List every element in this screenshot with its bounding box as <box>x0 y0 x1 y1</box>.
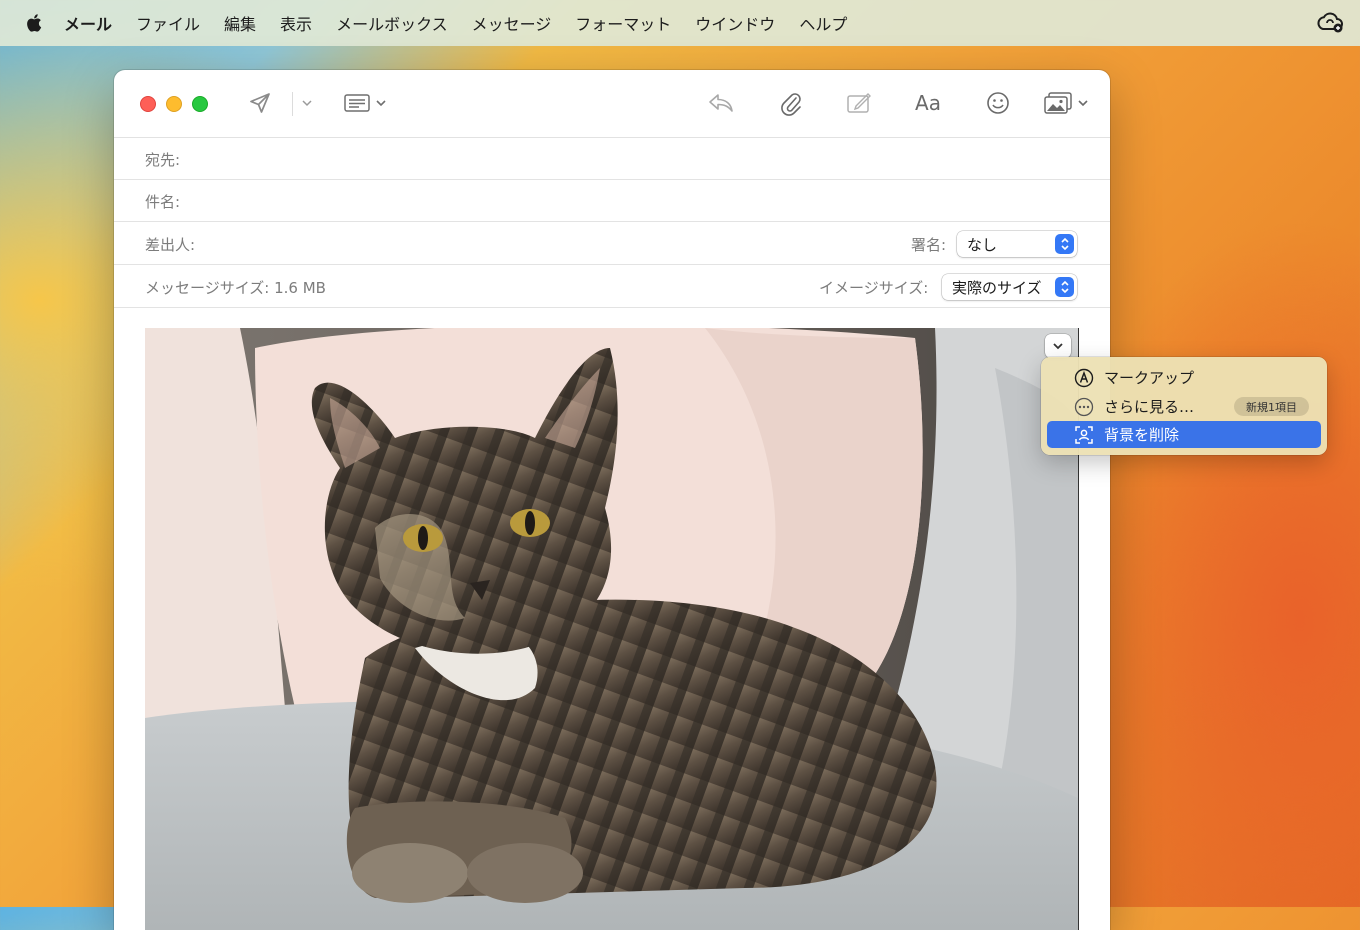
menu-edit[interactable]: 編集 <box>224 11 256 35</box>
photo-browser-button[interactable] <box>1042 88 1090 118</box>
toolbar-separator <box>292 92 293 116</box>
creative-cloud-icon[interactable] <box>1316 11 1344 35</box>
menu-item-more[interactable]: さらに見る… 新規1項目 <box>1047 393 1321 420</box>
chevron-down-icon <box>302 100 312 107</box>
markup-a-icon <box>1074 368 1094 388</box>
from-label: 差出人: <box>145 236 196 254</box>
attached-image[interactable] <box>145 328 1079 930</box>
to-field-row[interactable]: 宛先: <box>114 138 1110 180</box>
send-options-button[interactable] <box>299 88 315 118</box>
markup-icon <box>847 93 871 113</box>
menu-message[interactable]: メッセージ <box>472 11 552 35</box>
size-info-row: メッセージサイズ: 1.6 MB イメージサイズ: 実際のサイズ <box>114 265 1110 308</box>
markup-button[interactable] <box>844 88 874 118</box>
zoom-button[interactable] <box>192 96 208 112</box>
apple-logo-icon[interactable] <box>26 14 42 32</box>
image-context-menu: マークアップ さらに見る… 新規1項目 背景を削除 <box>1041 357 1327 455</box>
signature-value: なし <box>967 235 998 254</box>
toolbar: Aa <box>114 70 1110 138</box>
new-items-badge: 新規1項目 <box>1234 397 1309 416</box>
image-size-select[interactable]: 実際のサイズ <box>942 274 1077 300</box>
attach-icon <box>781 93 801 116</box>
menu-file[interactable]: ファイル <box>136 11 200 35</box>
subject-field-row[interactable]: 件名: <box>114 180 1110 222</box>
stepper-icon <box>1055 277 1074 297</box>
send-icon <box>250 93 270 113</box>
menu-item-remove-background[interactable]: 背景を削除 <box>1047 421 1321 448</box>
menu-mailbox[interactable]: メールボックス <box>336 11 448 35</box>
image-options-button[interactable] <box>1045 334 1071 358</box>
signature-select[interactable]: なし <box>957 231 1077 257</box>
compose-window: Aa 宛先: 件名: 差出人: 署名: なし メッセージサイズ: 1.6 MB … <box>114 70 1110 930</box>
chevron-down-icon <box>1053 343 1063 350</box>
menu-app-name[interactable]: メール <box>64 11 112 35</box>
menu-bar: メール ファイル 編集 表示 メールボックス メッセージ フォーマット ウインド… <box>0 0 1360 46</box>
menu-help[interactable]: ヘルプ <box>799 11 847 35</box>
image-size-value: 実際のサイズ <box>952 278 1042 297</box>
cat-photo <box>145 328 1078 930</box>
header-fields-icon <box>344 94 386 112</box>
remove-background-icon <box>1075 426 1093 444</box>
send-button[interactable] <box>245 88 275 118</box>
menu-view[interactable]: 表示 <box>280 11 312 35</box>
from-field-row: 差出人: 署名: なし <box>114 222 1110 265</box>
emoji-button[interactable] <box>983 88 1013 118</box>
menu-window[interactable]: ウインドウ <box>695 11 775 35</box>
menu-item-label: マークアップ <box>1104 369 1195 387</box>
reply-button[interactable] <box>706 88 736 118</box>
menu-item-markup[interactable]: マークアップ <box>1047 364 1321 391</box>
emoji-icon <box>987 92 1009 114</box>
message-size-label: メッセージサイズ: 1.6 MB <box>145 279 326 297</box>
stepper-icon <box>1055 234 1074 254</box>
to-label: 宛先: <box>145 151 181 169</box>
menu-item-label: さらに見る… <box>1104 398 1195 416</box>
menu-format[interactable]: フォーマット <box>575 11 671 35</box>
close-button[interactable] <box>140 96 156 112</box>
font-button[interactable]: Aa <box>910 88 946 118</box>
subject-label: 件名: <box>145 193 181 211</box>
font-icon: Aa <box>915 91 941 115</box>
reply-icon <box>709 94 733 112</box>
message-size-value: 1.6 MB <box>274 279 326 297</box>
menu-item-label: 背景を削除 <box>1104 426 1180 444</box>
attach-button[interactable] <box>776 88 806 118</box>
photo-browser-icon <box>1044 92 1088 114</box>
minimize-button[interactable] <box>166 96 182 112</box>
image-size-label: イメージサイズ: <box>819 279 929 297</box>
more-ellipsis-icon <box>1074 397 1094 417</box>
header-fields-button[interactable] <box>342 88 390 118</box>
signature-label: 署名: <box>911 236 947 254</box>
